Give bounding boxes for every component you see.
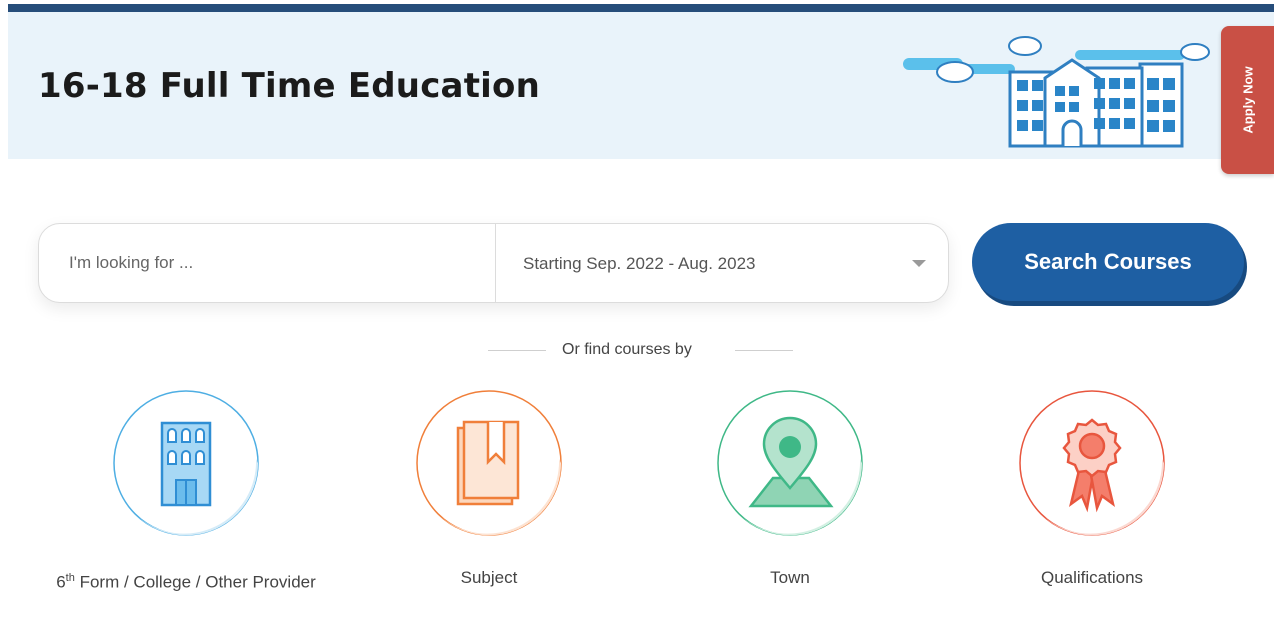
search-courses-button[interactable]: Search Courses — [972, 223, 1244, 301]
course-search-box: Starting Sep. 2022 - Aug. 2023 — [38, 223, 949, 303]
category-town-label: Town — [770, 568, 810, 587]
category-subject-label: Subject — [460, 568, 518, 587]
provider-circle[interactable] — [113, 390, 259, 536]
subject-circle[interactable] — [416, 390, 562, 536]
book-icon — [416, 390, 562, 536]
apply-now-label: Apply Now — [1240, 66, 1255, 134]
top-bar — [8, 4, 1274, 12]
start-date-select[interactable]: Starting Sep. 2022 - Aug. 2023 — [496, 224, 948, 302]
find-courses-by-label: Or find courses by — [562, 341, 692, 358]
town-circle[interactable] — [717, 390, 863, 536]
page-title: 16-18 Full Time Education — [38, 66, 540, 106]
apply-now-tab[interactable]: Apply Now — [1221, 26, 1274, 174]
building-icon — [113, 390, 259, 536]
school-buildings-illustration — [903, 36, 1210, 148]
award-ribbon-icon — [1019, 390, 1165, 536]
divider-line-right — [735, 350, 793, 351]
divider-line-left — [488, 350, 546, 351]
start-date-value: Starting Sep. 2022 - Aug. 2023 — [523, 254, 756, 273]
category-qualifications-label: Qualifications — [1040, 568, 1144, 587]
qualifications-circle[interactable] — [1019, 390, 1165, 536]
chevron-down-icon — [912, 260, 926, 267]
category-provider-label: 6th Form / College / Other Provider — [56, 572, 316, 592]
search-input[interactable] — [39, 224, 495, 302]
map-pin-icon — [717, 390, 863, 536]
find-courses-by-divider: Or find courses by — [488, 339, 793, 363]
